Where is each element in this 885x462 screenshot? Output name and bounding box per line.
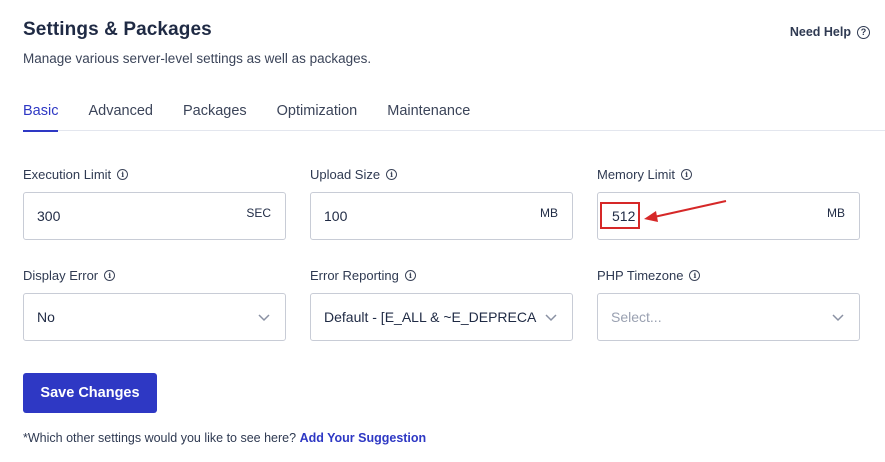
memory-limit-unit: MB <box>827 206 845 220</box>
display-error-label: Display Error i <box>23 268 116 283</box>
question-circle-icon: ? <box>857 25 870 39</box>
execution-limit-value: 300 <box>37 208 61 224</box>
display-error-label-text: Display Error <box>23 268 99 283</box>
memory-limit-label-text: Memory Limit <box>597 167 676 182</box>
chevron-down-icon <box>545 314 557 322</box>
info-icon[interactable]: i <box>404 270 416 281</box>
add-suggestion-link[interactable]: Add Your Suggestion <box>300 431 427 445</box>
memory-limit-label: Memory Limit i <box>597 167 693 182</box>
info-icon[interactable]: i <box>689 270 701 281</box>
tab-optimization[interactable]: Optimization <box>277 103 358 131</box>
tab-packages[interactable]: Packages <box>183 103 247 131</box>
page-title: Settings & Packages <box>23 19 212 40</box>
save-changes-button[interactable]: Save Changes <box>23 373 157 413</box>
chevron-down-icon <box>258 314 270 322</box>
info-icon[interactable]: i <box>104 270 116 281</box>
annotation-arrow-icon <box>644 200 727 222</box>
tab-advanced[interactable]: Advanced <box>88 103 153 131</box>
execution-limit-input[interactable]: 300 SEC <box>23 192 286 240</box>
upload-size-input[interactable]: 100 MB <box>310 192 573 240</box>
execution-limit-label: Execution Limit i <box>23 167 129 182</box>
upload-size-label: Upload Size i <box>310 167 398 182</box>
need-help-label: Need Help <box>789 25 851 39</box>
annotation-highlight-box <box>600 202 640 229</box>
tab-basic[interactable]: Basic <box>23 103 59 132</box>
settings-tabs: Basic Advanced Packages Optimization Mai… <box>23 103 885 132</box>
upload-size-label-text: Upload Size <box>310 167 381 182</box>
php-timezone-select[interactable]: Select... <box>597 293 860 341</box>
need-help-link[interactable]: Need Help ? <box>790 25 870 39</box>
php-timezone-label: PHP Timezone i <box>597 268 701 283</box>
error-reporting-select[interactable]: Default - [E_ALL & ~E_DEPRECA <box>310 293 573 341</box>
display-error-select[interactable]: No <box>23 293 286 341</box>
error-reporting-value: Default - [E_ALL & ~E_DEPRECA <box>324 309 537 325</box>
suggestion-text: *Which other settings would you like to … <box>23 431 297 445</box>
php-timezone-label-text: PHP Timezone <box>597 268 684 283</box>
info-icon[interactable]: i <box>117 169 129 180</box>
info-icon[interactable]: i <box>681 169 693 180</box>
php-timezone-placeholder: Select... <box>611 309 662 325</box>
chevron-down-icon <box>832 314 844 322</box>
display-error-value: No <box>37 309 55 325</box>
execution-limit-label-text: Execution Limit <box>23 167 112 182</box>
upload-size-unit: MB <box>540 206 558 220</box>
info-icon[interactable]: i <box>386 169 398 180</box>
error-reporting-label: Error Reporting i <box>310 268 416 283</box>
error-reporting-label-text: Error Reporting <box>310 268 399 283</box>
suggestion-footnote: *Which other settings would you like to … <box>23 431 426 445</box>
upload-size-value: 100 <box>324 208 348 224</box>
page-subtitle: Manage various server-level settings as … <box>23 51 372 66</box>
tab-maintenance[interactable]: Maintenance <box>387 103 470 131</box>
execution-limit-unit: SEC <box>246 206 271 220</box>
